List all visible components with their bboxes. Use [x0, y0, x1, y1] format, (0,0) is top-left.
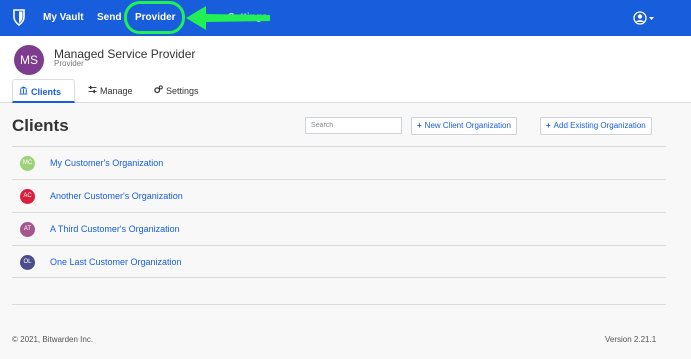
- provider-highlight-circle: [124, 1, 185, 34]
- new-client-organization-button[interactable]: + New Client Organization: [411, 117, 517, 135]
- footer-copyright: © 2021, Bitwarden Inc.: [12, 335, 94, 344]
- client-link[interactable]: One Last Customer Organization: [50, 257, 182, 267]
- client-avatar: AT: [20, 222, 35, 237]
- bitwarden-shield-icon[interactable]: [13, 9, 25, 26]
- add-existing-organization-button[interactable]: + Add Existing Organization: [540, 117, 652, 135]
- tab-clients[interactable]: Clients: [12, 79, 75, 103]
- clients-list: MC My Customer's Organization AC Another…: [12, 146, 666, 278]
- client-link[interactable]: A Third Customer's Organization: [50, 224, 180, 234]
- list-item: AC Another Customer's Organization: [12, 179, 666, 212]
- search-input[interactable]: [305, 117, 402, 134]
- list-item: AT A Third Customer's Organization: [12, 212, 666, 245]
- sliders-icon: [88, 85, 97, 96]
- footer-divider: [12, 304, 666, 305]
- client-avatar: OL: [20, 255, 35, 270]
- client-avatar: AC: [20, 189, 35, 204]
- footer-version: Version 2.21.1: [605, 335, 657, 344]
- plus-icon: +: [546, 121, 551, 130]
- bank-icon: [19, 86, 28, 97]
- org-avatar: MS: [14, 45, 44, 75]
- client-link[interactable]: My Customer's Organization: [50, 158, 163, 168]
- list-item: MC My Customer's Organization: [12, 146, 666, 179]
- client-link[interactable]: Another Customer's Organization: [50, 191, 183, 201]
- plus-icon: +: [417, 121, 422, 130]
- tab-settings[interactable]: Settings: [148, 79, 205, 103]
- profile-menu[interactable]: [633, 11, 655, 30]
- nav-my-vault[interactable]: My Vault: [43, 12, 84, 23]
- caret-down-icon: [649, 17, 654, 20]
- list-item: OL One Last Customer Organization: [12, 245, 666, 278]
- client-avatar: MC: [20, 156, 35, 171]
- user-circle-icon: [633, 11, 654, 25]
- tab-clients-label: Clients: [31, 87, 62, 97]
- nav-send[interactable]: Send: [97, 12, 121, 23]
- tab-manage[interactable]: Manage: [82, 79, 139, 103]
- top-navbar: My Vault Send Provider Settings: [0, 0, 691, 36]
- green-arrow-annotation: [186, 6, 270, 30]
- tab-settings-label: Settings: [166, 86, 199, 96]
- org-header: MS Managed Service Provider Provider Cli…: [0, 36, 691, 103]
- page-title: Clients: [12, 116, 69, 135]
- tab-manage-label: Manage: [100, 86, 133, 96]
- org-type: Provider: [54, 59, 84, 68]
- cogs-icon: [154, 85, 163, 96]
